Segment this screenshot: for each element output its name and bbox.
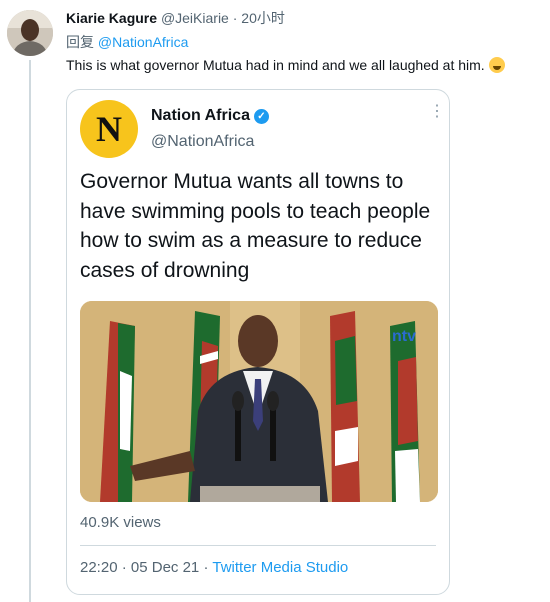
source-link[interactable]: Twitter Media Studio: [212, 559, 348, 576]
user-avatar[interactable]: [7, 10, 53, 56]
reply-label: 回复: [66, 34, 94, 50]
card-divider: [80, 545, 436, 546]
quoted-author-name[interactable]: Nation Africa: [151, 107, 250, 124]
author-name[interactable]: Kiarie Kagure: [66, 10, 157, 26]
separator-dot: ·: [232, 10, 238, 26]
author-handle[interactable]: @JeiKiarie: [161, 10, 229, 26]
quoted-tweet-text: Governor Mutua wants all towns to have s…: [80, 170, 431, 282]
tweet-header: Kiarie Kagure @JeiKiarie · 20小时: [66, 9, 285, 28]
reply-context: 回复 @NationAfrica: [66, 33, 188, 52]
thread-line: [29, 60, 31, 602]
tweet-time[interactable]: 20小时: [241, 10, 285, 26]
more-options-icon[interactable]: ⋮: [429, 104, 445, 120]
tweet-text: This is what governor Mutua had in mind …: [66, 56, 505, 75]
quoted-author-avatar[interactable]: N: [80, 100, 138, 158]
quoted-meta-row: 22:20 · 05 Dec 21 · Twitter Media Studio: [80, 559, 348, 576]
quoted-time[interactable]: 22:20: [80, 559, 118, 576]
views-count: 40.9K views: [80, 514, 161, 531]
meta-separator-dot: ·: [121, 559, 127, 576]
tweet-text-body: This is what governor Mutua had in mind …: [66, 57, 485, 73]
meta-separator-dot-2: ·: [203, 559, 209, 576]
quoted-date[interactable]: 05 Dec 21: [131, 559, 199, 576]
verified-badge-icon: ✓: [253, 109, 269, 124]
quoted-tweet-card[interactable]: N Nation Africa ✓ @NationAfrica ⋮ Governo…: [66, 89, 450, 595]
video-thumbnail[interactable]: ntv: [80, 301, 438, 502]
reply-mention-link[interactable]: @NationAfrica: [98, 34, 188, 50]
laughing-crying-emoji-icon: [488, 57, 505, 73]
ntv-logo-icon: ntv: [392, 328, 416, 345]
quoted-author-handle[interactable]: @NationAfrica: [151, 133, 254, 151]
quoted-author-name-row: Nation Africa ✓: [151, 107, 269, 125]
